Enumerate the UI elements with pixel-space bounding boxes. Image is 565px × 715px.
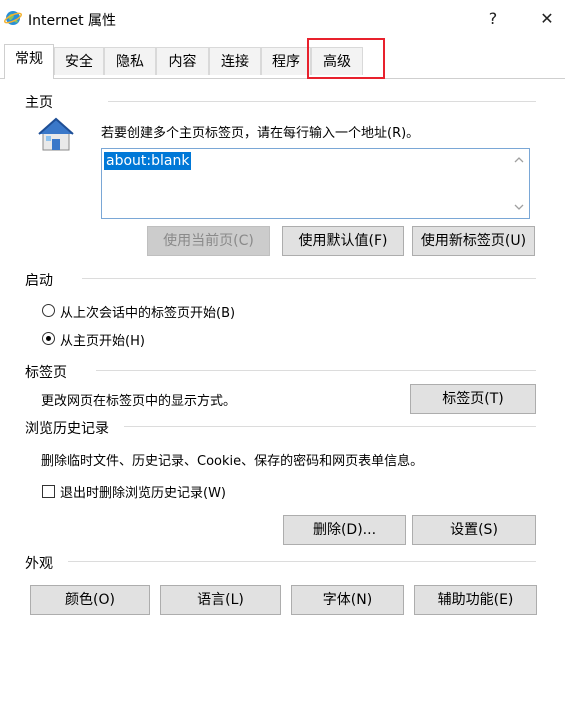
chevron-down-icon xyxy=(514,204,524,210)
fonts-button[interactable]: 字体(N) xyxy=(291,585,404,615)
use-current-button[interactable]: 使用当前页(C) xyxy=(147,226,270,256)
accessibility-button[interactable]: 辅助功能(E) xyxy=(414,585,537,615)
section-tabs-heading: 标签页 xyxy=(25,365,67,381)
divider xyxy=(68,561,536,562)
house-icon xyxy=(38,117,74,151)
section-appearance-heading: 外观 xyxy=(25,556,53,572)
tabs-button[interactable]: 标签页(T) xyxy=(410,384,536,414)
divider xyxy=(108,101,536,102)
colors-button[interactable]: 颜色(O) xyxy=(30,585,150,615)
section-history-heading: 浏览历史记录 xyxy=(25,421,109,437)
window-title: Internet 属性 xyxy=(28,13,117,29)
radio-last-session[interactable] xyxy=(42,304,55,317)
tab-privacy[interactable]: 隐私 xyxy=(104,47,156,75)
tab-content[interactable]: 内容 xyxy=(156,47,209,75)
history-settings-button[interactable]: 设置(S) xyxy=(412,515,536,545)
history-description: 删除临时文件、历史记录、Cookie、保存的密码和网页表单信息。 xyxy=(41,454,424,469)
highlight-box xyxy=(307,38,385,79)
help-button[interactable]: ? xyxy=(470,4,516,34)
ie-globe-icon xyxy=(4,11,22,25)
use-default-button[interactable]: 使用默认值(F) xyxy=(282,226,404,256)
tabs-description: 更改网页在标签页中的显示方式。 xyxy=(41,394,237,409)
section-home-heading: 主页 xyxy=(25,95,53,111)
tab-security[interactable]: 安全 xyxy=(54,47,104,75)
delete-on-exit-checkbox[interactable] xyxy=(42,485,55,498)
radio-home-page[interactable] xyxy=(42,332,55,345)
home-description: 若要创建多个主页标签页，请在每行输入一个地址(R)。 xyxy=(101,126,420,141)
chevron-up-icon xyxy=(514,157,524,163)
radio-home-page-label: 从主页开始(H) xyxy=(60,334,145,349)
home-url-value: about:blank xyxy=(104,152,192,170)
delete-on-exit-label: 退出时删除浏览历史记录(W) xyxy=(60,486,226,501)
divider xyxy=(124,426,536,427)
divider xyxy=(82,278,536,279)
use-new-tab-button[interactable]: 使用新标签页(U) xyxy=(412,226,535,256)
close-button[interactable]: ✕ xyxy=(524,4,565,34)
languages-button[interactable]: 语言(L) xyxy=(160,585,281,615)
scrollbar[interactable] xyxy=(510,150,528,217)
title-bar: Internet 属性 ? ✕ xyxy=(0,0,565,38)
divider xyxy=(96,370,536,371)
tab-general[interactable]: 常规 xyxy=(4,44,54,79)
radio-last-session-label: 从上次会话中的标签页开始(B) xyxy=(60,306,236,321)
tab-connections[interactable]: 连接 xyxy=(209,47,261,75)
delete-history-button[interactable]: 删除(D)... xyxy=(283,515,406,545)
tab-programs[interactable]: 程序 xyxy=(261,47,311,75)
section-startup-heading: 启动 xyxy=(25,273,53,289)
